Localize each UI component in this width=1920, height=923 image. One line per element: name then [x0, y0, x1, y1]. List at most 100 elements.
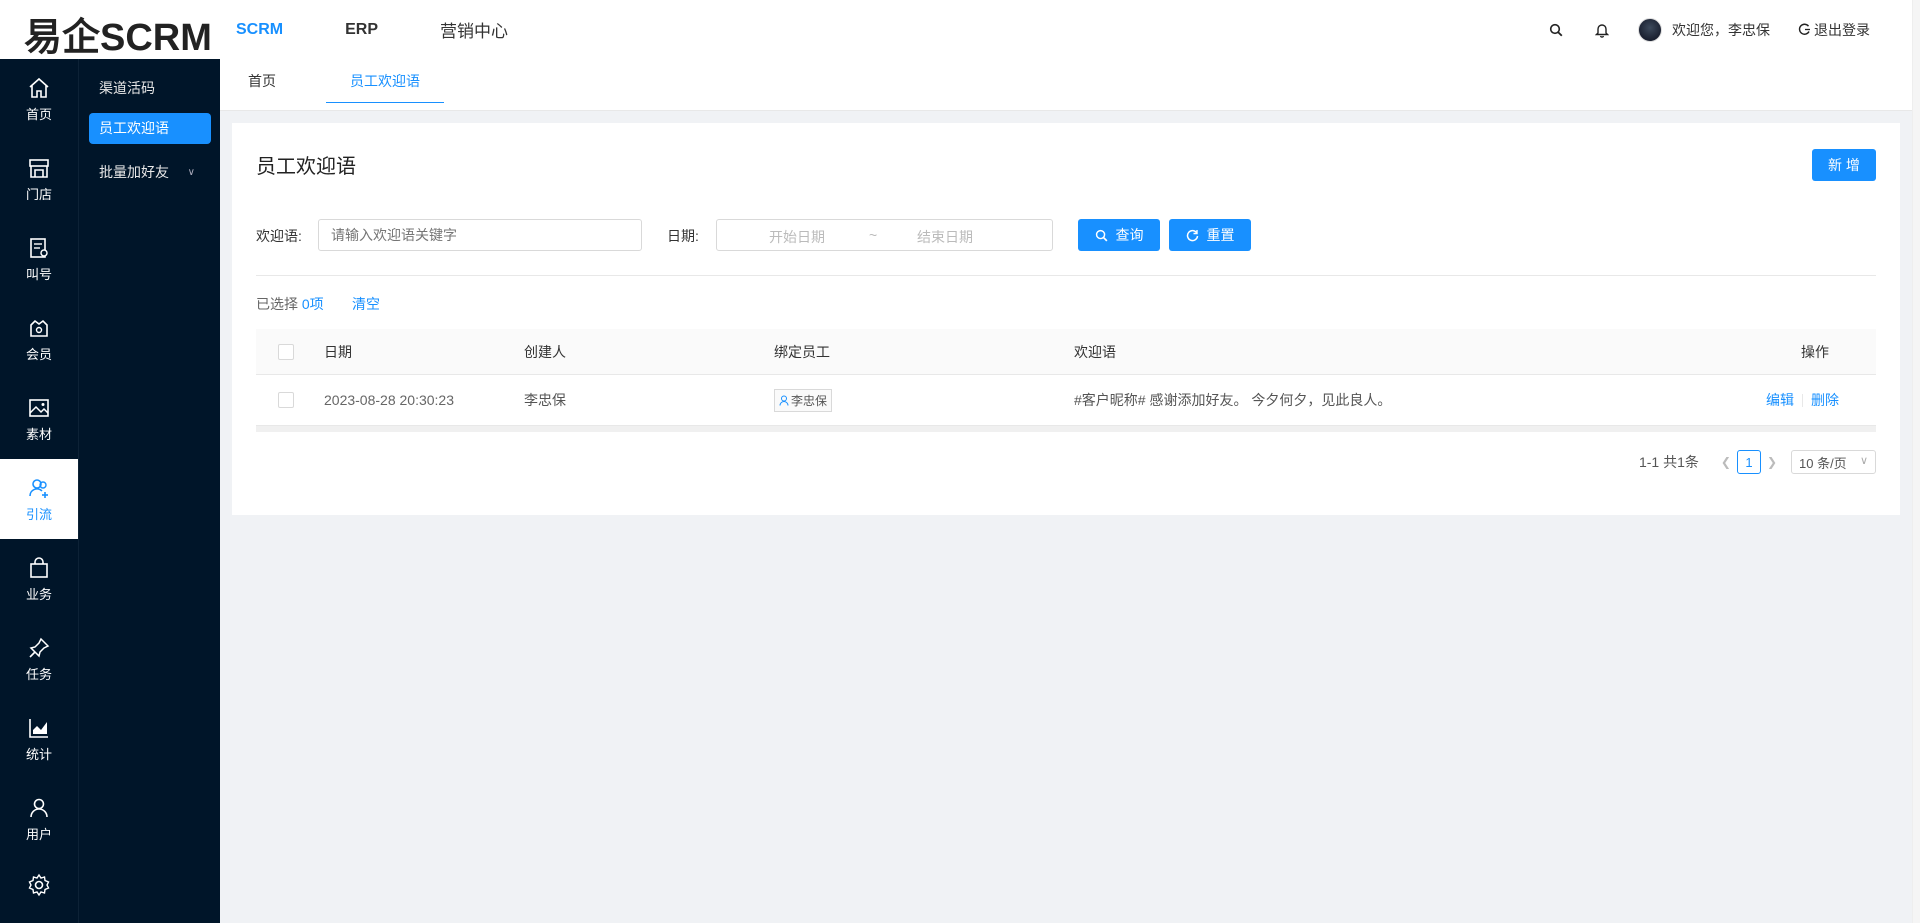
- action-separator: [1802, 393, 1803, 407]
- sidebar-item-user[interactable]: 用户: [0, 779, 78, 859]
- new-button[interactable]: 新 增: [1812, 149, 1876, 181]
- store-icon: [29, 158, 49, 178]
- subnav-batch-add-friends[interactable]: 批量加好友 ∨: [89, 157, 211, 188]
- home-icon: [29, 77, 49, 98]
- logout-label: 退出登录: [1814, 21, 1870, 38]
- date-label: 日期:: [667, 228, 699, 244]
- pagination: 1-1 共1条 ❮ 1 ❯ 10 条/页 ∨: [1639, 450, 1876, 474]
- sidebar-item-task[interactable]: 任务: [0, 619, 78, 699]
- end-date-placeholder[interactable]: 结束日期: [917, 227, 973, 247]
- sidebar-item-business[interactable]: 业务: [0, 539, 78, 619]
- staff-tag: 李忠保: [774, 388, 833, 412]
- page-scrollbar[interactable]: [1912, 0, 1920, 923]
- subnav-staff-greeting[interactable]: 员工欢迎语: [89, 113, 211, 144]
- range-separator: ~: [869, 227, 878, 243]
- welcome-text: 欢迎您，李忠保: [1672, 21, 1770, 38]
- pagination-total: 1-1 共1条: [1638, 454, 1699, 470]
- date-range-picker[interactable]: 开始日期 ~ 结束日期: [716, 219, 1053, 251]
- row-checkbox[interactable]: [278, 392, 294, 408]
- sidebar-item-traffic[interactable]: 引流: [0, 459, 78, 539]
- clear-selection-link[interactable]: 清空: [352, 294, 380, 314]
- top-nav: SCRM ERP 营销中心: [236, 0, 570, 59]
- table-header: 日期 创建人 绑定员工 欢迎语 操作: [256, 329, 1876, 375]
- sidebar-label: 会员: [25, 346, 52, 362]
- logout-button[interactable]: 退出登录: [1798, 20, 1870, 40]
- column-staff: 绑定员工: [774, 343, 830, 360]
- sidebar-item-queue[interactable]: 叫号: [0, 219, 78, 299]
- topnav-scrm[interactable]: SCRM: [236, 21, 283, 39]
- header-actions: 欢迎您，李忠保 退出登录: [1546, 0, 1870, 59]
- sidebar-label: 叫号: [25, 266, 52, 282]
- user-icon: [30, 798, 48, 817]
- icon-sidebar: 首页 门店 叫号 会员 素材 引流 业务 任务 统计 用户: [0, 59, 78, 923]
- search-icon[interactable]: [1546, 20, 1566, 40]
- sidebar-label: 首页: [25, 106, 52, 122]
- prev-page-icon[interactable]: ❮: [1721, 455, 1731, 469]
- search-icon: [1095, 229, 1107, 241]
- column-creator: 创建人: [524, 343, 566, 360]
- gear-icon: [28, 873, 50, 897]
- top-header: 易企SCRM SCRM ERP 营销中心 欢迎您，李忠保 退出登录: [0, 0, 1920, 59]
- topnav-erp[interactable]: ERP: [345, 21, 378, 39]
- bell-icon[interactable]: [1592, 20, 1612, 40]
- staff-name: 李忠保: [791, 393, 828, 408]
- next-page-icon[interactable]: ❯: [1767, 455, 1777, 469]
- sidebar-item-stats[interactable]: 统计: [0, 699, 78, 779]
- sidebar-item-store[interactable]: 门店: [0, 139, 78, 219]
- app-logo: 易企SCRM: [24, 17, 212, 59]
- user-add-icon: [29, 478, 48, 498]
- tab-home[interactable]: 首页: [246, 59, 278, 103]
- select-all-checkbox[interactable]: [278, 343, 294, 360]
- keyword-input[interactable]: [318, 219, 642, 251]
- tabs-bar: 首页 员工欢迎语: [220, 59, 1912, 111]
- sidebar-label: 统计: [25, 746, 52, 762]
- logout-icon: [1798, 23, 1810, 35]
- keyword-label: 欢迎语:: [256, 228, 302, 244]
- sub-sidebar: 渠道活码 员工欢迎语 批量加好友 ∨: [78, 59, 220, 923]
- edit-link[interactable]: 编辑: [1766, 390, 1794, 410]
- sidebar-label: 任务: [25, 666, 52, 682]
- sidebar-item-settings[interactable]: [0, 859, 78, 923]
- reset-button-label: 重置: [1206, 227, 1235, 243]
- reset-button[interactable]: 重置: [1169, 219, 1251, 251]
- chart-icon: [29, 718, 48, 738]
- row-creator: 李忠保: [524, 392, 566, 408]
- sidebar-label: 引流: [25, 506, 52, 522]
- divider: [256, 275, 1876, 276]
- page-title: 员工欢迎语: [256, 156, 356, 178]
- member-icon: [30, 319, 48, 337]
- image-icon: [29, 398, 49, 417]
- main-card: 员工欢迎语 新 增 欢迎语: 日期: 开始日期 ~ 结束日期 查询 重置 已选择…: [232, 123, 1900, 515]
- search-button[interactable]: 查询: [1078, 219, 1160, 251]
- column-date: 日期: [324, 343, 352, 360]
- subnav-label: 批量加好友: [99, 164, 169, 180]
- page-number-current[interactable]: 1: [1736, 450, 1761, 474]
- user-icon: [779, 395, 789, 406]
- start-date-placeholder[interactable]: 开始日期: [769, 227, 825, 247]
- topnav-marketing[interactable]: 营销中心: [440, 17, 508, 42]
- search-button-label: 查询: [1115, 227, 1144, 243]
- table-row: 2023-08-28 20:30:23 李忠保 李忠保 #客户昵称# 感谢添加好…: [256, 375, 1876, 426]
- chevron-down-icon: ∨: [187, 167, 195, 178]
- page-size-value: 10 条/页: [1799, 455, 1847, 471]
- bag-icon: [30, 556, 48, 578]
- sidebar-label: 门店: [25, 186, 52, 202]
- table-scrollbar[interactable]: [256, 426, 1876, 432]
- sidebar-item-member[interactable]: 会员: [0, 299, 78, 379]
- pin-icon: [29, 637, 50, 658]
- row-greeting: #客户昵称# 感谢添加好友。 今夕何夕，见此良人。: [1074, 392, 1392, 408]
- page-size-select[interactable]: 10 条/页 ∨: [1791, 450, 1876, 474]
- reload-icon: [1186, 229, 1198, 241]
- subnav-channel-code[interactable]: 渠道活码: [89, 73, 211, 104]
- selection-prefix: 已选择: [256, 296, 298, 312]
- tab-staff-greeting[interactable]: 员工欢迎语: [326, 59, 444, 103]
- row-date: 2023-08-28 20:30:23: [324, 392, 454, 408]
- sidebar-item-material[interactable]: 素材: [0, 379, 78, 459]
- column-actions: 操作: [1801, 343, 1829, 360]
- selection-count: 0项: [301, 296, 324, 312]
- sidebar-item-home[interactable]: 首页: [0, 59, 78, 139]
- sidebar-label: 用户: [25, 826, 52, 842]
- delete-link[interactable]: 删除: [1811, 390, 1839, 410]
- selection-info: 已选择 0项: [256, 294, 324, 314]
- avatar[interactable]: [1638, 17, 1662, 42]
